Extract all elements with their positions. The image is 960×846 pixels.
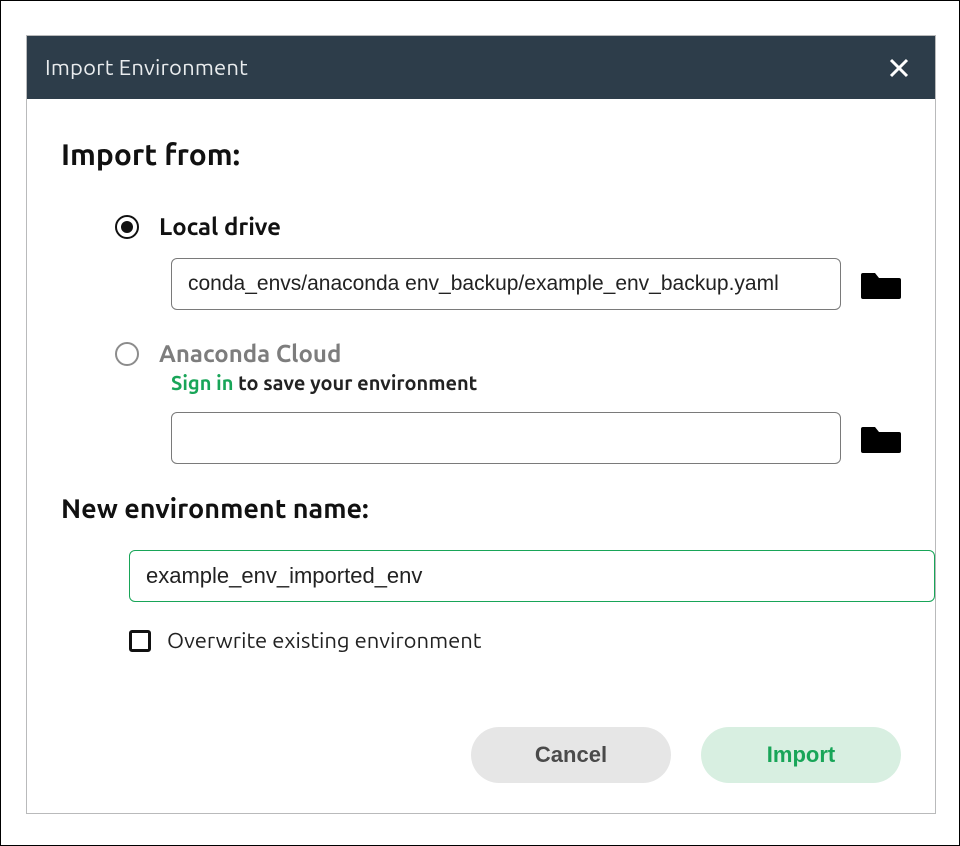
cloud-signin-rest: to save your environment: [233, 371, 477, 394]
cloud-signin-hint: Sign in to save your environment: [171, 371, 901, 394]
cloud-path-input[interactable]: [171, 412, 841, 464]
titlebar: Import Environment: [27, 36, 935, 99]
overwrite-checkbox[interactable]: [129, 630, 151, 652]
folder-icon: [861, 267, 901, 301]
folder-icon: [861, 421, 901, 455]
close-button[interactable]: [885, 54, 913, 82]
overwrite-label: Overwrite existing environment: [167, 628, 481, 653]
import-from-heading: Import from:: [61, 137, 901, 171]
import-environment-dialog: Import Environment Import from: Local dr…: [26, 35, 936, 814]
sign-in-link[interactable]: Sign in: [171, 371, 233, 394]
browse-cloud-button[interactable]: [861, 421, 901, 455]
dialog-footer: Cancel Import: [471, 727, 901, 783]
dialog-title: Import Environment: [45, 55, 248, 80]
environment-name-input[interactable]: [129, 550, 935, 602]
local-drive-path-input[interactable]: [171, 258, 841, 310]
anaconda-cloud-label: Anaconda Cloud: [159, 340, 341, 367]
browse-local-button[interactable]: [861, 267, 901, 301]
cancel-button[interactable]: Cancel: [471, 727, 671, 783]
local-drive-label: Local drive: [159, 213, 281, 240]
import-button[interactable]: Import: [701, 727, 901, 783]
anaconda-cloud-radio[interactable]: [115, 342, 139, 366]
local-drive-radio[interactable]: [115, 215, 139, 239]
new-env-name-heading: New environment name:: [61, 494, 901, 524]
close-icon: [888, 57, 910, 79]
